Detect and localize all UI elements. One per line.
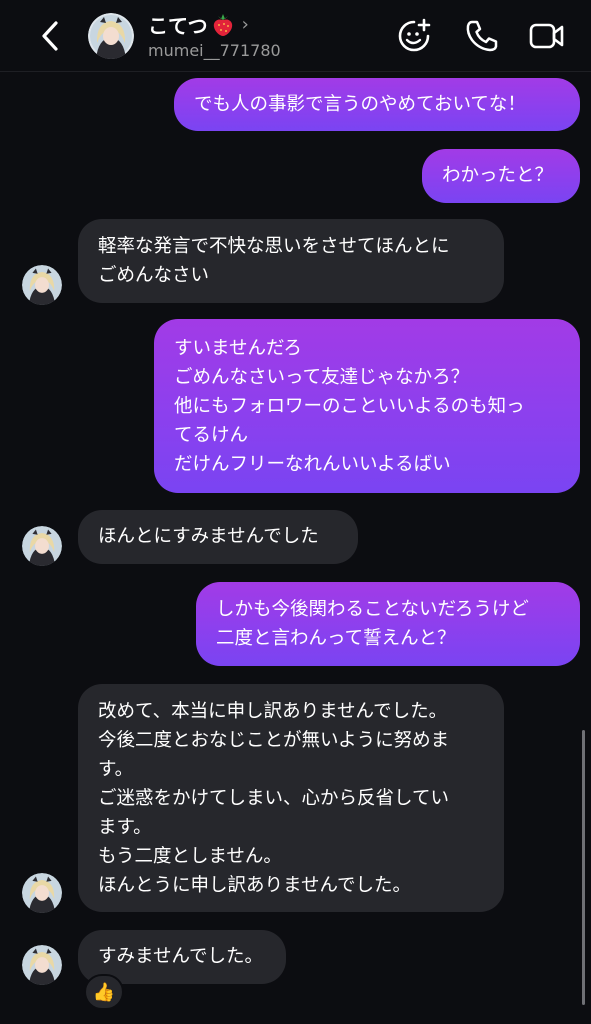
thumbs-up-icon: 👍 [92, 981, 116, 1003]
avatar[interactable] [22, 873, 62, 913]
video-call-icon[interactable] [527, 16, 567, 56]
scrollbar[interactable] [582, 730, 585, 1005]
phone-icon[interactable] [462, 16, 502, 56]
message-text: す。 [98, 759, 134, 780]
message-text: ごめんなさい [98, 265, 210, 286]
outgoing-message[interactable]: でも人の事影で言うのやめておいてな！ [174, 78, 580, 131]
message-text: ごめんなさいって友達じゃなかろ？ [174, 367, 470, 388]
chevron-right-icon: › [241, 14, 249, 35]
message-text: 改めて、本当に申し訳ありませんでした。 [98, 701, 448, 722]
message-text: ほんとうに申し訳ありませんでした。 [98, 875, 412, 896]
message-text: しかも今後関わることないだろうけど [216, 599, 529, 620]
incoming-message[interactable]: ほんとにすみませんでした [78, 510, 358, 564]
incoming-message[interactable]: 軽率な発言で不快な思いをさせてほんとに ごめんなさい [78, 219, 504, 303]
message-text: だけんフリーなれんいいよるばい [174, 454, 451, 475]
avatar[interactable] [22, 265, 62, 305]
username: mumei__771780 [148, 41, 281, 60]
message-text: でも人の事影で言うのやめておいてな！ [194, 94, 526, 115]
message-text: 二度と言わんって誓えんと？ [216, 628, 456, 649]
contact-name-text: こてつ [148, 14, 208, 38]
message-text: ほんとにすみませんでした [98, 526, 319, 547]
back-icon[interactable] [36, 18, 66, 54]
message-text: ご迷惑をかけてしまい、心から反省してい [98, 788, 449, 809]
message-text: ます。 [98, 817, 152, 838]
incoming-message[interactable]: 改めて、本当に申し訳ありませんでした。 今後二度とおなじことが無いように努めま … [78, 684, 504, 912]
avatar[interactable] [22, 526, 62, 566]
chat-screen: こてつ › mumei__771780 でも人の事影で言うのやめておいてな！ わ… [0, 0, 591, 1024]
reaction-badge[interactable]: 👍 [84, 974, 124, 1010]
message-text: わかったと？ [442, 165, 554, 186]
outgoing-message[interactable]: すいませんだろ ごめんなさいって友達じゃなかろ？ 他にもフォロワーのこといいよる… [154, 319, 580, 493]
message-text: 今後二度とおなじことが無いように努めま [98, 730, 450, 751]
avatar[interactable] [88, 13, 134, 59]
message-text: もう二度としません。 [98, 846, 282, 867]
outgoing-message[interactable]: わかったと？ [422, 149, 580, 203]
contact-name[interactable]: こてつ › [148, 10, 249, 39]
message-text: すいませんだろ [174, 338, 302, 359]
chat-header: こてつ › mumei__771780 [0, 0, 591, 72]
message-text: すみませんでした。 [98, 946, 264, 967]
message-text: 軽率な発言で不快な思いをさせてほんとに [98, 236, 450, 257]
sticker-add-icon[interactable] [394, 16, 434, 56]
message-text: てるけん [174, 425, 249, 446]
strawberry-icon [212, 13, 234, 37]
message-text: 他にもフォロワーのこといいよるのも知っ [174, 396, 525, 417]
avatar[interactable] [22, 945, 62, 985]
outgoing-message[interactable]: しかも今後関わることないだろうけど 二度と言わんって誓えんと？ [196, 582, 580, 666]
